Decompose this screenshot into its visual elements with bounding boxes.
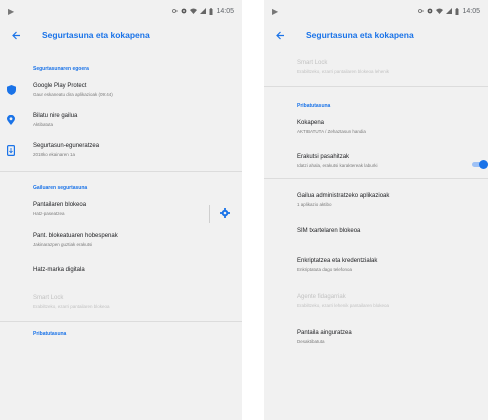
- list-item-title: Google Play Protect: [33, 83, 87, 89]
- settings-gear-small-icon: [182, 8, 187, 14]
- list-item-title: Segurtasun-eguneratzea: [33, 143, 100, 149]
- list-item-summary: Idatzi ahala, erakutsi karaktereak labur…: [297, 163, 378, 168]
- list-item-summary: Erabiltzeko, ezarri pantailaren blokeoa: [33, 304, 110, 309]
- list-item-play-protect[interactable]: Google Play Protect Gaur eskaneatu dira …: [0, 83, 242, 97]
- section-header-privacy: Pribatutasuna: [297, 103, 331, 109]
- list-item-summary: Jakinarazpen guztiak erakutsi: [33, 242, 93, 247]
- list-item-title: Pantailaren blokeoa: [33, 202, 87, 208]
- list-item-summary: Erabiltzeko, ezarri lehenik pantailaren …: [297, 303, 390, 308]
- signal-icon: [200, 8, 207, 14]
- list-item-encryption[interactable]: Enkriptatzea eta kredentzialak Enkriptat…: [264, 258, 488, 272]
- key-icon: [418, 9, 425, 13]
- list-item-screen-lock[interactable]: Pantailaren blokeoa Hatz-paseatzea: [0, 202, 242, 223]
- list-item-title: Enkriptatzea eta kredentzialak: [297, 258, 378, 264]
- list-item-summary: Enkriptatuta dago telefonoa: [297, 267, 353, 272]
- list-item-title: Agente fidagarriak: [297, 294, 346, 300]
- list-item-title: Pantaila ainguratzea: [297, 330, 352, 336]
- list-item-title: Smart Lock: [33, 295, 64, 301]
- list-item-smart-lock: Smart Lock Erabiltzeko, ezarri pantailar…: [0, 295, 242, 309]
- list-item-show-passwords[interactable]: Erakutsi pasahitzak Idatzi ahala, erakut…: [264, 154, 488, 169]
- list-item-summary: Hatz-paseatzea: [33, 211, 65, 216]
- list-item-fingerprint[interactable]: Hatz-marka digitala: [0, 267, 242, 273]
- left-screen: ▶ 14:05 Segurtasuna eta kokapena Segurta…: [0, 0, 242, 420]
- list-item-title: Pant. blokeatuaren hobespenak: [33, 233, 118, 239]
- list-item-security-update[interactable]: Segurtasun-eguneratzea 2018ko ekainaren …: [0, 143, 242, 157]
- right-screen: ▶ 14:05 Segurtasuna eta kokapena Smart L…: [264, 0, 488, 420]
- section-header-device-security: Gailuaren segurtasuna: [33, 185, 88, 191]
- list-item-location[interactable]: Kokapena AKTIBATUTA / Zehaztasun handia: [264, 120, 488, 134]
- list-item-lock-screen-preferences[interactable]: Pant. blokeatuaren hobespenak Jakinarazp…: [0, 233, 242, 247]
- shield-icon: [4, 83, 18, 97]
- page-title: Segurtasuna eta kokapena: [306, 30, 414, 40]
- list-item-title: Hatz-marka digitala: [33, 267, 85, 273]
- list-item-title: Smart Lock: [297, 60, 328, 66]
- section-header-security-status: Segurtasunaren egoera: [33, 66, 89, 72]
- system-icons: 14:05: [418, 7, 480, 15]
- key-icon: [172, 9, 179, 13]
- settings-gear-small-icon: [428, 8, 433, 14]
- battery-icon: [209, 7, 213, 15]
- list-item-title: SIM txartelaren blokeoa: [297, 228, 361, 234]
- section-header-privacy: Pribatutasuna: [33, 331, 67, 337]
- signal-icon: [446, 8, 453, 14]
- list-item-trust-agents: Agente fidagarriak Erabiltzeko, ezarri l…: [264, 294, 488, 308]
- list-item-summary: 2018ko ekainaren 1a: [33, 152, 76, 157]
- wifi-icon: [436, 8, 444, 14]
- play-store-icon: ▶: [8, 6, 15, 16]
- list-item-title: Kokapena: [297, 120, 325, 126]
- list-item-title: Gailua administratzeko aplikazioak: [297, 193, 390, 199]
- list-item-summary: 1 aplikazio aktibo: [297, 202, 332, 207]
- location-pin-icon: [4, 113, 18, 127]
- back-arrow-icon[interactable]: [276, 27, 292, 43]
- clock-time: 14:05: [462, 7, 480, 15]
- divider: [0, 171, 242, 172]
- page-title: Segurtasuna eta kokapena: [42, 30, 150, 40]
- status-bar: ▶ 14:05: [0, 0, 242, 22]
- list-item-find-my-device[interactable]: Bilatu nire gailua Aktibatuta: [0, 113, 242, 127]
- play-store-icon: ▶: [272, 6, 279, 16]
- list-item-summary: Desaktibatuta: [297, 339, 325, 344]
- list-item-summary: Erabiltzeko, ezarri pantailaren blokeoa …: [297, 69, 390, 74]
- app-bar: Segurtasuna eta kokapena: [264, 22, 488, 48]
- list-item-sim-lock[interactable]: SIM txartelaren blokeoa: [264, 228, 488, 234]
- show-passwords-toggle[interactable]: [472, 160, 488, 169]
- toggle-thumb: [479, 160, 488, 169]
- divider: [264, 86, 488, 87]
- screenshot-pair: ▶ 14:05 Segurtasuna eta kokapena Segurta…: [0, 0, 488, 420]
- gear-icon[interactable]: [220, 205, 230, 223]
- list-item-summary: Gaur eskaneatu dira aplikazioak (09:44): [33, 92, 113, 97]
- wifi-icon: [190, 8, 198, 14]
- vertical-divider: [209, 205, 210, 223]
- system-icons: 14:05: [172, 7, 234, 15]
- list-item-summary: Aktibatuta: [33, 122, 54, 127]
- list-item-smart-lock: Smart Lock Erabiltzeko, ezarri pantailar…: [264, 60, 488, 74]
- list-item-device-admin-apps[interactable]: Gailua administratzeko aplikazioak 1 apl…: [264, 193, 488, 207]
- screen-lock-settings: [209, 205, 230, 223]
- list-item-title: Erakutsi pasahitzak: [297, 154, 350, 160]
- back-arrow-icon[interactable]: [12, 27, 28, 43]
- list-item-title: Bilatu nire gailua: [33, 113, 78, 119]
- list-item-screen-pinning[interactable]: Pantaila ainguratzea Desaktibatuta: [264, 330, 488, 344]
- list-item-summary: AKTIBATUTA / Zehaztasun handia: [297, 129, 366, 134]
- status-bar: ▶ 14:05: [264, 0, 488, 22]
- divider: [0, 321, 242, 322]
- battery-icon: [455, 7, 459, 15]
- divider: [264, 178, 488, 179]
- phone-update-icon: [4, 143, 18, 157]
- app-bar: Segurtasuna eta kokapena: [0, 22, 242, 48]
- clock-time: 14:05: [216, 7, 234, 15]
